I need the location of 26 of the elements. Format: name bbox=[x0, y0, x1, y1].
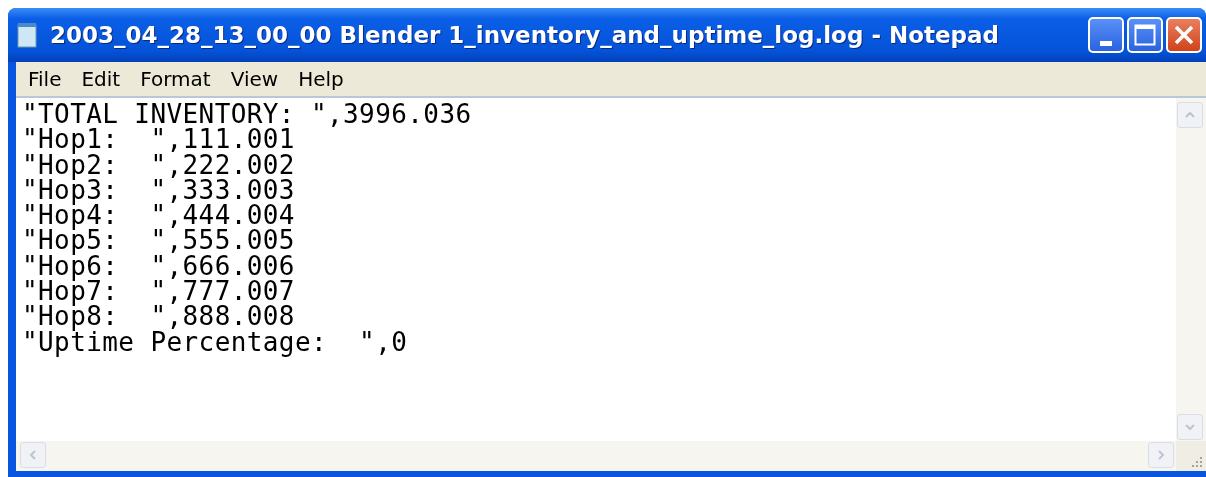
text-line: "Hop7: ",777.007 bbox=[22, 279, 296, 305]
maximize-icon bbox=[1134, 24, 1156, 46]
close-button[interactable] bbox=[1166, 17, 1202, 53]
text-line: "Hop8: ",888.008 bbox=[22, 304, 295, 330]
notepad-icon bbox=[16, 21, 40, 49]
scroll-up-button[interactable] bbox=[1177, 102, 1203, 128]
minimize-icon bbox=[1100, 40, 1112, 46]
menu-item[interactable]: File bbox=[20, 67, 70, 91]
scroll-right-button[interactable] bbox=[1148, 442, 1174, 468]
maximize-button[interactable] bbox=[1127, 17, 1163, 53]
vertical-scrollbar[interactable] bbox=[1176, 98, 1206, 441]
horizontal-scrollbar[interactable] bbox=[16, 441, 1176, 471]
scroll-down-button[interactable] bbox=[1177, 414, 1203, 440]
close-icon bbox=[1173, 24, 1195, 46]
text-line: "Hop5: ",555.005 bbox=[22, 228, 296, 254]
menu-item[interactable]: View bbox=[222, 67, 287, 91]
minimize-button[interactable] bbox=[1088, 17, 1124, 53]
scroll-left-button[interactable] bbox=[20, 442, 46, 468]
resize-grip[interactable] bbox=[1176, 441, 1206, 471]
menu-item[interactable]: Format bbox=[132, 67, 219, 91]
menu-item[interactable]: Help bbox=[290, 67, 352, 91]
text-line: "Hop4: ",444.004 bbox=[22, 203, 296, 229]
text-line: "TOTAL INVENTORY: ",3996.036 bbox=[22, 102, 473, 128]
menu-item[interactable]: Edit bbox=[73, 67, 129, 91]
window-title: 2003_04_28_13_00_00 Blender 1_inventory_and_uptime_log.log - Notepad bbox=[50, 22, 1001, 48]
text-line: "Hop1: ",111.001 bbox=[22, 127, 296, 153]
